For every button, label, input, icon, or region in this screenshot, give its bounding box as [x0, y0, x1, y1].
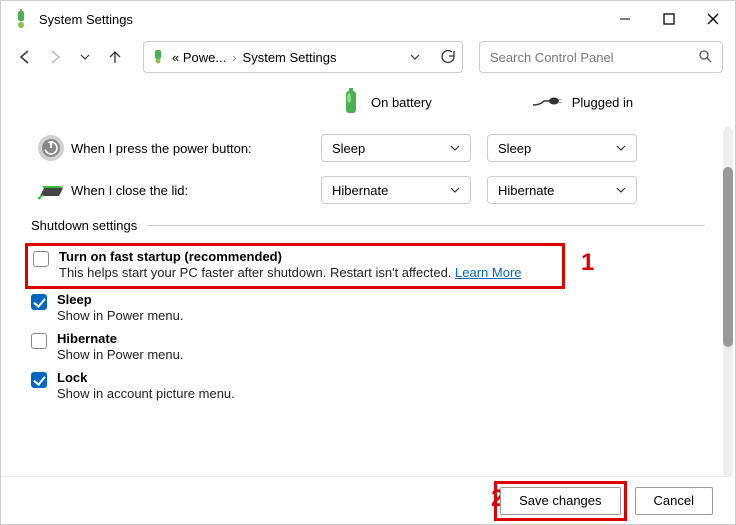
back-button[interactable] [13, 45, 37, 69]
hibernate-checkbox[interactable] [31, 333, 47, 349]
hibernate-option: Hibernate Show in Power menu. [31, 331, 705, 368]
cancel-button[interactable]: Cancel [635, 487, 713, 515]
nav-row: « Powe... › System Settings Search Contr… [1, 37, 735, 77]
chevron-down-icon [616, 143, 626, 153]
lock-title: Lock [57, 370, 235, 385]
maximize-button[interactable] [647, 1, 691, 37]
address-icon [150, 48, 166, 67]
search-input[interactable]: Search Control Panel [479, 41, 723, 73]
sleep-checkbox[interactable] [31, 294, 47, 310]
lock-sub: Show in account picture menu. [57, 386, 235, 401]
learn-more-link[interactable]: Learn More [455, 265, 521, 280]
content-area: On battery Plugged in When I press the p… [1, 77, 735, 476]
chevron-down-icon [450, 143, 460, 153]
hibernate-title: Hibernate [57, 331, 183, 346]
fast-startup-title: Turn on fast startup (recommended) [59, 249, 522, 264]
chevron-down-icon [450, 185, 460, 195]
sleep-option: Sleep Show in Power menu. [31, 292, 705, 329]
scrollbar-thumb[interactable] [723, 167, 733, 347]
lid-icon [31, 178, 71, 202]
sleep-sub: Show in Power menu. [57, 308, 183, 323]
power-button-battery-select[interactable]: Sleep [321, 134, 471, 162]
fast-startup-checkbox[interactable] [33, 251, 49, 267]
up-button[interactable] [103, 45, 127, 69]
power-icon [31, 134, 71, 162]
power-button-plugged-select[interactable]: Sleep [487, 134, 637, 162]
address-dropdown-icon[interactable] [410, 50, 420, 65]
breadcrumb-separator: › [232, 50, 236, 65]
close-lid-label: When I close the lid: [71, 183, 321, 198]
forward-button[interactable] [43, 45, 67, 69]
fast-startup-option: Turn on fast startup (recommended) This … [31, 245, 705, 290]
recent-button[interactable] [73, 45, 97, 69]
minimize-button[interactable] [603, 1, 647, 37]
breadcrumb-first[interactable]: « Powe... [172, 50, 226, 65]
lock-checkbox[interactable] [31, 372, 47, 388]
app-icon [11, 9, 31, 29]
lock-option: Lock Show in account picture menu. [31, 370, 705, 407]
titlebar: System Settings [1, 1, 735, 37]
close-button[interactable] [691, 1, 735, 37]
row-close-lid: When I close the lid: Hibernate Hibernat… [31, 176, 705, 204]
row-power-button: When I press the power button: Sleep Sle… [31, 134, 705, 162]
plug-icon [532, 95, 562, 110]
window-title: System Settings [39, 12, 603, 27]
address-bar[interactable]: « Powe... › System Settings [143, 41, 463, 73]
footer: 2 Save changes Cancel [1, 476, 735, 524]
sleep-title: Sleep [57, 292, 183, 307]
fast-startup-sub: This helps start your PC faster after sh… [59, 265, 522, 280]
power-button-label: When I press the power button: [71, 141, 321, 156]
breadcrumb-second[interactable]: System Settings [243, 50, 337, 65]
column-plugged-in: Plugged in [532, 87, 633, 118]
save-changes-button[interactable]: Save changes [500, 487, 620, 515]
scrollbar[interactable] [723, 127, 733, 476]
battery-icon [341, 87, 361, 118]
column-on-battery: On battery [341, 87, 432, 118]
shutdown-settings-heading: Shutdown settings [31, 218, 705, 233]
settings-window: System Settings « Powe... › System Setti… [0, 0, 736, 525]
close-lid-plugged-select[interactable]: Hibernate [487, 176, 637, 204]
close-lid-battery-select[interactable]: Hibernate [321, 176, 471, 204]
search-icon [698, 49, 712, 66]
hibernate-sub: Show in Power menu. [57, 347, 183, 362]
refresh-button[interactable] [440, 48, 456, 67]
search-placeholder: Search Control Panel [490, 50, 614, 65]
chevron-down-icon [616, 185, 626, 195]
